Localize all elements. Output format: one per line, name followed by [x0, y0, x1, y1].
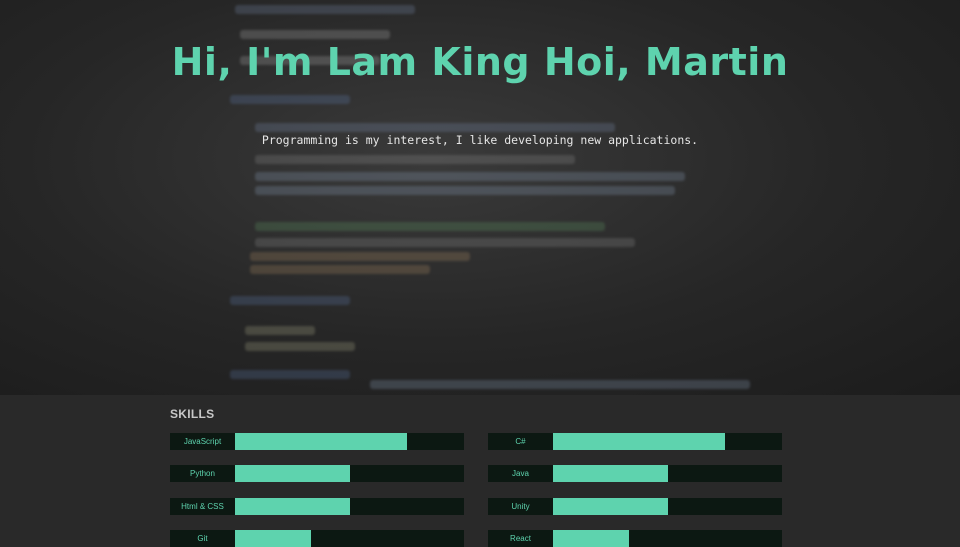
skill-bar: React: [488, 530, 782, 547]
skill-level-fill: [235, 433, 407, 450]
skill-level-fill: [553, 498, 668, 515]
skills-heading: SKILLS: [170, 407, 215, 421]
skill-level-fill: [553, 530, 629, 547]
skill-label: Java: [512, 469, 529, 478]
skill-label: Python: [190, 469, 215, 478]
skill-level-fill: [235, 465, 350, 482]
skill-label: Unity: [511, 502, 530, 511]
skill-level-fill: [235, 530, 311, 547]
skill-bar: Unity: [488, 498, 782, 515]
skill-label: Html & CSS: [181, 502, 224, 511]
hero-title: Hi, I'm Lam King Hoi, Martin: [171, 40, 789, 84]
skill-level-fill: [553, 433, 725, 450]
skill-level-fill: [553, 465, 668, 482]
skills-section: SKILLS JavaScript C# Python Java Html & …: [0, 395, 960, 547]
skill-label: React: [510, 534, 531, 543]
skill-bar: Html & CSS: [170, 498, 464, 515]
hero-section: Hi, I'm Lam King Hoi, Martin Programming…: [0, 0, 960, 395]
skill-bar: Git: [170, 530, 464, 547]
skill-bar: Python: [170, 465, 464, 482]
skill-label: C#: [515, 437, 526, 446]
skill-label: JavaScript: [183, 437, 222, 446]
skill-label: Git: [197, 534, 208, 543]
hero-subtitle: Programming is my interest, I like devel…: [261, 133, 699, 147]
skill-bar: JavaScript: [170, 433, 464, 450]
skill-bar: Java: [488, 465, 782, 482]
skill-level-fill: [235, 498, 350, 515]
skill-bar: C#: [488, 433, 782, 450]
